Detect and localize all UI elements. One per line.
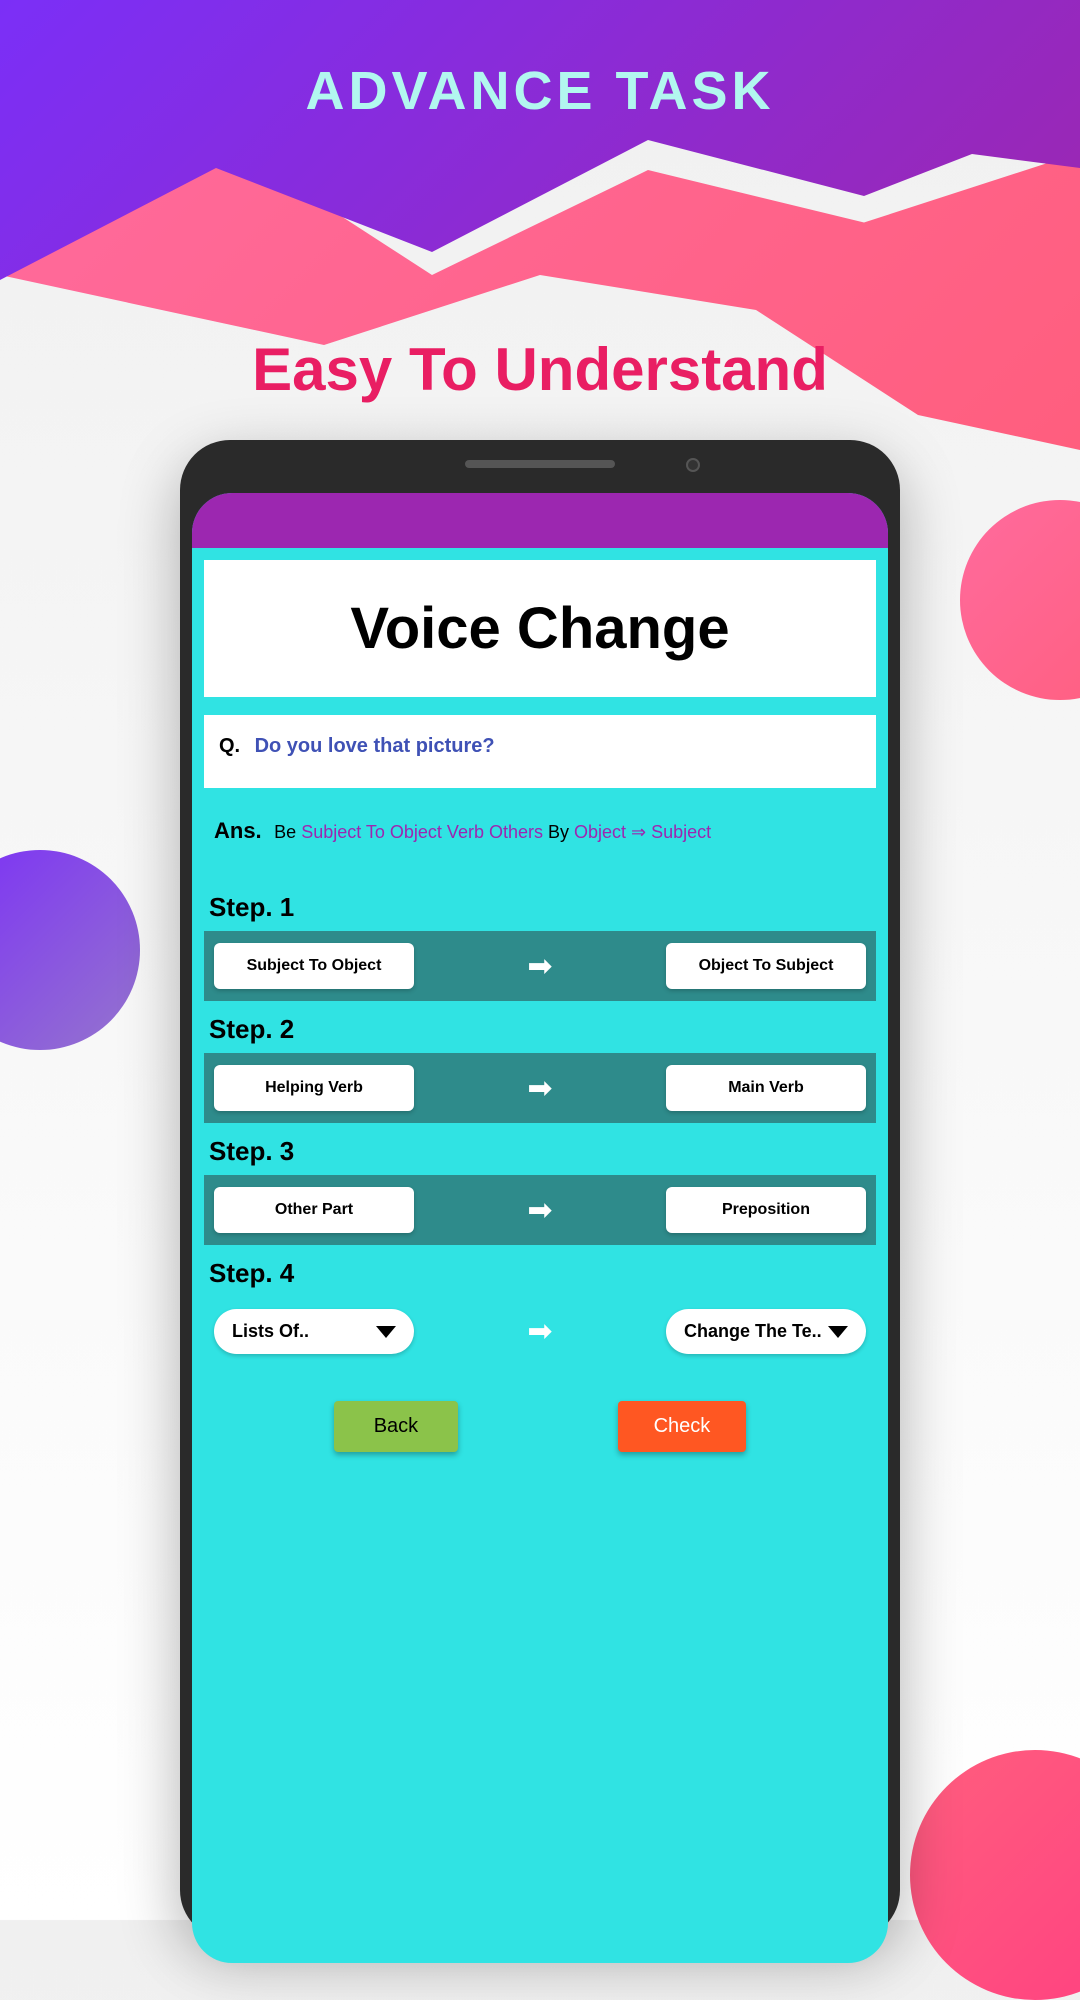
step-2-right-button[interactable]: Main Verb — [666, 1065, 866, 1111]
decorative-circle-pink-bottom — [910, 1750, 1080, 2000]
subtitle: Easy To Understand — [252, 335, 828, 404]
app-content: Voice Change Q. Do you love that picture… — [192, 548, 888, 1494]
step-2-label: Step. 2 — [204, 1006, 876, 1053]
phone-mockup-frame: Voice Change Q. Do you love that picture… — [180, 440, 900, 1940]
arrow-right-icon: ➡ — [527, 1193, 552, 1228]
question-label: Q. — [219, 735, 240, 757]
step-1-left-button[interactable]: Subject To Object — [214, 943, 414, 989]
question-card: Q. Do you love that picture? — [204, 715, 876, 788]
check-button[interactable]: Check — [618, 1401, 747, 1452]
phone-camera-icon — [686, 458, 700, 472]
answer-text: Be Subject To Object Verb Others By Obje… — [274, 822, 711, 842]
arrow-right-icon: ➡ — [527, 1314, 552, 1349]
phone-speaker-icon — [465, 460, 615, 468]
step-4-left-dropdown[interactable]: Lists Of.. — [214, 1309, 414, 1354]
decorative-circle-pink-right — [960, 500, 1080, 700]
bottom-buttons: Back Check — [204, 1371, 876, 1482]
arrow-right-icon: ➡ — [527, 949, 552, 984]
step-3-label: Step. 3 — [204, 1128, 876, 1175]
background-wave-purple — [0, 0, 1080, 280]
step-4-right-dropdown[interactable]: Change The Te.. — [666, 1309, 866, 1354]
dropdown-text: Change The Te.. — [684, 1321, 822, 1342]
step-2-left-button[interactable]: Helping Verb — [214, 1065, 414, 1111]
step-3-row: Other Part ➡ Preposition — [204, 1175, 876, 1245]
question-text: Do you love that picture? — [255, 735, 495, 757]
step-4-label: Step. 4 — [204, 1250, 876, 1297]
app-title: Voice Change — [214, 595, 866, 662]
step-4-row: Lists Of.. ➡ Change The Te.. — [204, 1297, 876, 1366]
header-title: ADVANCE TASK — [305, 60, 774, 122]
app-status-bar — [192, 493, 888, 548]
answer-card: Ans. Be Subject To Object Verb Others By… — [204, 800, 876, 879]
answer-label: Ans. — [214, 818, 262, 843]
step-1-label: Step. 1 — [204, 884, 876, 931]
step-3-left-button[interactable]: Other Part — [214, 1187, 414, 1233]
arrow-right-icon: ➡ — [527, 1071, 552, 1106]
chevron-down-icon — [828, 1326, 848, 1338]
back-button[interactable]: Back — [334, 1401, 458, 1452]
chevron-down-icon — [376, 1326, 396, 1338]
step-1-row: Subject To Object ➡ Object To Subject — [204, 931, 876, 1001]
step-1-right-button[interactable]: Object To Subject — [666, 943, 866, 989]
decorative-circle-purple — [0, 850, 140, 1050]
phone-screen: Voice Change Q. Do you love that picture… — [192, 493, 888, 1963]
dropdown-text: Lists Of.. — [232, 1321, 309, 1342]
step-2-row: Helping Verb ➡ Main Verb — [204, 1053, 876, 1123]
step-3-right-button[interactable]: Preposition — [666, 1187, 866, 1233]
title-card: Voice Change — [204, 560, 876, 697]
